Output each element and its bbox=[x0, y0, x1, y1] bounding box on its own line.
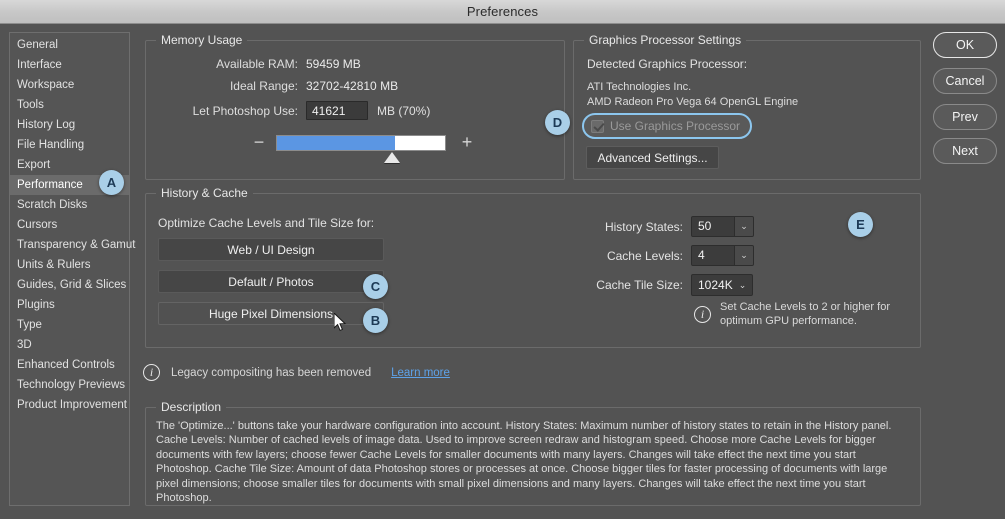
info-icon: i bbox=[694, 305, 711, 323]
annotation-badge-b: B bbox=[363, 308, 388, 333]
gpu-vendor-text: ATI Technologies Inc. bbox=[587, 81, 692, 93]
optimize-web-ui-design-button[interactable]: Web / UI Design bbox=[158, 238, 384, 261]
cache-levels-combobox[interactable]: 4 ⌄ bbox=[691, 245, 754, 266]
cache-tile-size-dropdown[interactable]: 1024K ⌄ bbox=[691, 274, 754, 296]
use-graphics-processor-row[interactable]: Use Graphics Processor bbox=[582, 113, 752, 139]
cache-tile-size-row: Cache Tile Size: 1024K ⌄ bbox=[581, 274, 754, 296]
let-photoshop-use-row: Let Photoshop Use: MB (70%) bbox=[161, 101, 430, 120]
chevron-down-icon[interactable]: ⌄ bbox=[734, 246, 753, 265]
ideal-range-row: Ideal Range: 32702-42810 MB bbox=[161, 79, 398, 93]
sidebar-item-product-improvement[interactable]: Product Improvement bbox=[10, 395, 129, 415]
prev-button[interactable]: Prev bbox=[933, 104, 997, 130]
gpu-model-text: AMD Radeon Pro Vega 64 OpenGL Engine bbox=[587, 96, 799, 108]
available-ram-value: 59459 MB bbox=[306, 57, 361, 71]
optimize-default-photos-button[interactable]: Default / Photos bbox=[158, 270, 384, 293]
let-photoshop-use-suffix: MB (70%) bbox=[377, 103, 431, 118]
next-button[interactable]: Next bbox=[933, 138, 997, 164]
sidebar-item-interface[interactable]: Interface bbox=[10, 55, 129, 75]
preferences-category-list[interactable]: General Interface Workspace Tools Histor… bbox=[9, 32, 135, 506]
history-states-label: History States: bbox=[604, 219, 683, 234]
cache-levels-label: Cache Levels: bbox=[606, 248, 683, 263]
sidebar-item-3d[interactable]: 3D bbox=[10, 335, 129, 355]
optimize-huge-pixel-dimensions-button[interactable]: Huge Pixel Dimensions bbox=[158, 302, 384, 325]
ok-button[interactable]: OK bbox=[933, 32, 997, 58]
detected-gpu-label: Detected Graphics Processor: bbox=[587, 57, 748, 71]
preferences-dialog: Preferences General Interface Workspace … bbox=[0, 0, 1005, 519]
history-states-combobox[interactable]: 50 ⌄ bbox=[691, 216, 754, 237]
window-title: Preferences bbox=[466, 4, 539, 19]
cache-levels-row: Cache Levels: 4 ⌄ bbox=[581, 245, 754, 266]
description-text: The 'Optimize...' buttons take your hard… bbox=[156, 420, 892, 505]
graphics-processor-group: Graphics Processor Settings Detected Gra… bbox=[573, 33, 921, 180]
chevron-down-icon[interactable]: ⌄ bbox=[739, 280, 747, 291]
graphics-processor-group-title: Graphics Processor Settings bbox=[584, 33, 747, 47]
memory-usage-group: Memory Usage Available RAM: 59459 MB Ide… bbox=[145, 33, 565, 180]
cache-levels-value[interactable]: 4 bbox=[692, 246, 734, 265]
sidebar-item-file-handling[interactable]: File Handling bbox=[10, 135, 129, 155]
legacy-compositing-text: Legacy compositing has been removed bbox=[171, 366, 372, 379]
available-ram-row: Available RAM: 59459 MB bbox=[161, 57, 361, 71]
legacy-compositing-note: i Legacy compositing has been removed Le… bbox=[143, 364, 450, 381]
history-cache-group: History & Cache Optimize Cache Levels an… bbox=[145, 186, 921, 348]
history-cache-group-title: History & Cache bbox=[156, 186, 253, 200]
let-photoshop-use-label: Let Photoshop Use: bbox=[192, 103, 298, 118]
memory-slider-track[interactable] bbox=[276, 135, 446, 151]
history-states-value[interactable]: 50 bbox=[692, 217, 734, 236]
sidebar-item-transparency-gamut[interactable]: Transparency & Gamut bbox=[10, 235, 135, 255]
sidebar-item-guides-grid-slices[interactable]: Guides, Grid & Slices bbox=[10, 275, 129, 295]
memory-slider-minus-icon[interactable]: − bbox=[251, 133, 267, 152]
learn-more-link[interactable]: Learn more bbox=[391, 367, 450, 379]
cache-tile-size-value[interactable]: 1024K bbox=[698, 278, 733, 292]
optimize-cache-label: Optimize Cache Levels and Tile Size for: bbox=[158, 216, 375, 230]
use-graphics-processor-checkbox[interactable] bbox=[591, 119, 604, 133]
sidebar-item-tools[interactable]: Tools bbox=[10, 95, 129, 115]
annotation-badge-e: E bbox=[848, 212, 873, 237]
annotation-badge-d: D bbox=[545, 110, 570, 135]
sidebar-item-cursors[interactable]: Cursors bbox=[10, 215, 129, 235]
history-states-row: History States: 50 ⌄ bbox=[581, 216, 754, 237]
sidebar-item-type[interactable]: Type bbox=[10, 315, 129, 335]
cancel-button[interactable]: Cancel bbox=[933, 68, 997, 94]
sidebar-item-scratch-disks[interactable]: Scratch Disks bbox=[10, 195, 129, 215]
description-group-title: Description bbox=[156, 400, 227, 414]
memory-slider-plus-icon[interactable]: + bbox=[459, 133, 475, 152]
annotation-badge-c: C bbox=[363, 274, 388, 299]
mouse-cursor-icon bbox=[334, 313, 347, 332]
chevron-down-icon[interactable]: ⌄ bbox=[734, 217, 753, 236]
let-photoshop-use-input[interactable] bbox=[306, 101, 368, 120]
memory-slider[interactable]: − + bbox=[251, 132, 476, 166]
title-bar: Preferences bbox=[0, 0, 1005, 24]
annotation-badge-a: A bbox=[99, 170, 124, 195]
cache-tile-size-label: Cache Tile Size: bbox=[596, 278, 683, 292]
sidebar-item-units-rulers[interactable]: Units & Rulers bbox=[10, 255, 129, 275]
cache-levels-info-note: i Set Cache Levels to 2 or higher for op… bbox=[694, 300, 890, 328]
sidebar-item-workspace[interactable]: Workspace bbox=[10, 75, 129, 95]
ideal-range-label: Ideal Range: bbox=[229, 79, 298, 93]
info-icon: i bbox=[143, 364, 160, 381]
sidebar-item-plugins[interactable]: Plugins bbox=[10, 295, 129, 315]
description-group: Description The 'Optimize...' buttons ta… bbox=[145, 400, 921, 506]
use-graphics-processor-label: Use Graphics Processor bbox=[610, 119, 741, 133]
sidebar-item-history-log[interactable]: History Log bbox=[10, 115, 129, 135]
sidebar-item-enhanced-controls[interactable]: Enhanced Controls bbox=[10, 355, 129, 375]
sidebar-item-general[interactable]: General bbox=[10, 35, 129, 55]
sidebar-item-technology-previews[interactable]: Technology Previews bbox=[10, 375, 129, 395]
memory-slider-fill bbox=[277, 136, 395, 150]
advanced-settings-button[interactable]: Advanced Settings... bbox=[586, 146, 719, 169]
ideal-range-value: 32702-42810 MB bbox=[306, 79, 399, 93]
cache-levels-info-text: Set Cache Levels to 2 or higher for opti… bbox=[720, 301, 890, 327]
memory-slider-thumb[interactable] bbox=[384, 152, 400, 163]
memory-usage-group-title: Memory Usage bbox=[156, 33, 248, 47]
available-ram-label: Available RAM: bbox=[216, 57, 298, 71]
